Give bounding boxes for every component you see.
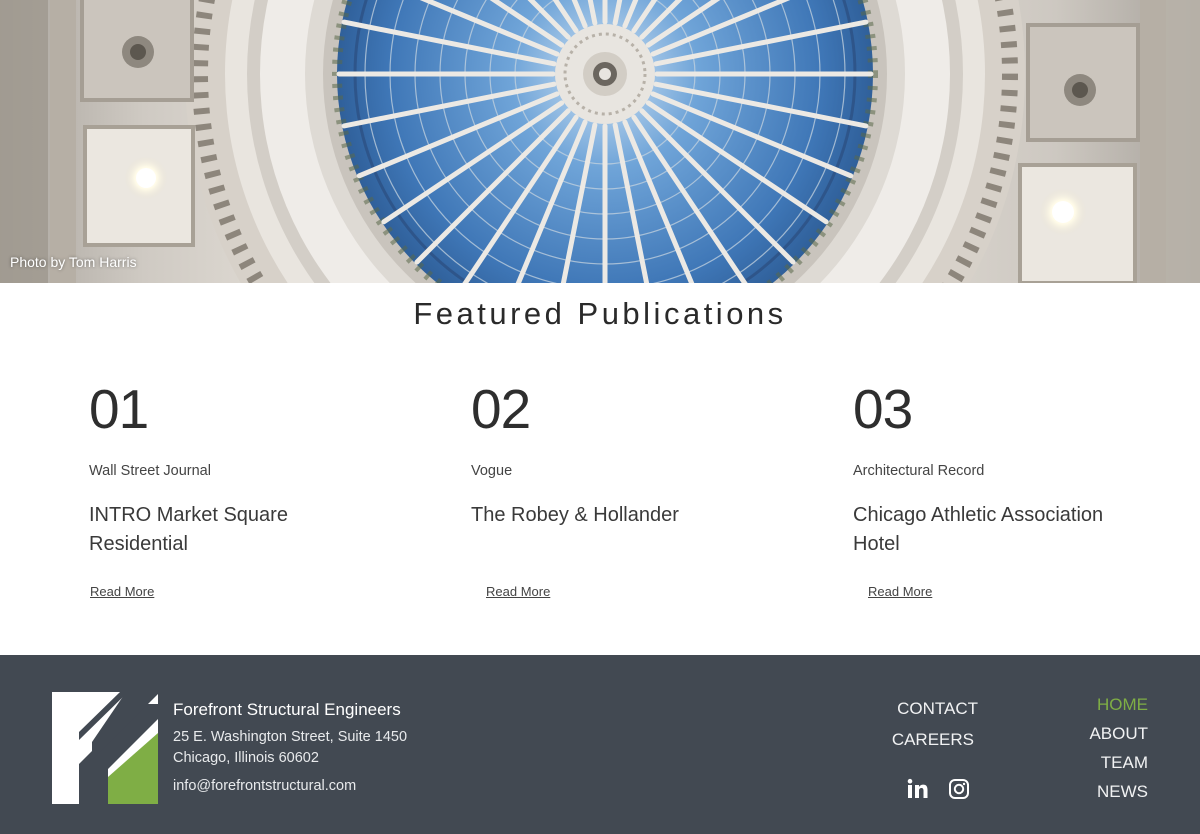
publication-number: 02	[471, 378, 531, 440]
nav-news[interactable]: NEWS	[1050, 782, 1148, 802]
address-line-1: 25 E. Washington Street, Suite 1450	[173, 729, 408, 745]
publication-card-1: 01 Wall Street Journal INTRO Market Squa…	[89, 378, 389, 599]
publication-title: Chicago Athletic Association Hotel	[853, 504, 1104, 555]
publication-source: Vogue	[471, 463, 513, 479]
publication-title: INTRO Market Square Residential	[89, 504, 288, 555]
address-line-2: Chicago, Illinois 60602	[173, 750, 319, 766]
nav-contact[interactable]: CONTACT	[880, 699, 978, 719]
company-name: Forefront Structural Engineers	[173, 700, 401, 719]
nav-careers[interactable]: CAREERS	[880, 730, 974, 750]
section-title: Featured Publications	[413, 296, 787, 331]
nav-about[interactable]: ABOUT	[1050, 724, 1148, 744]
publication-source: Wall Street Journal	[89, 463, 211, 479]
instagram-icon[interactable]	[948, 778, 970, 800]
read-more-link[interactable]: Read More	[868, 584, 932, 599]
publication-card-2: 02 Vogue The Robey & Hollander Read More	[471, 378, 771, 599]
linkedin-icon[interactable]	[906, 778, 928, 800]
hero-image: Photo by Tom Harris	[0, 0, 1200, 283]
publication-number: 03	[853, 378, 913, 440]
publication-card-3: 03 Architectural Record Chicago Athletic…	[853, 378, 1153, 599]
publication-number: 01	[89, 378, 149, 440]
publication-title: The Robey & Hollander	[471, 504, 679, 526]
dome-photo	[0, 0, 1200, 283]
read-more-link[interactable]: Read More	[90, 584, 154, 599]
email-link[interactable]: info@forefrontstructural.com	[173, 778, 356, 794]
publication-source: Architectural Record	[853, 463, 985, 479]
nav-home[interactable]: HOME	[1050, 695, 1148, 715]
photo-credit: Photo by Tom Harris	[10, 254, 137, 270]
forefront-logo-icon[interactable]	[52, 692, 158, 804]
nav-team[interactable]: TEAM	[1050, 753, 1148, 773]
read-more-link[interactable]: Read More	[486, 584, 550, 599]
site-footer: Forefront Structural Engineers 25 E. Was…	[0, 655, 1200, 834]
